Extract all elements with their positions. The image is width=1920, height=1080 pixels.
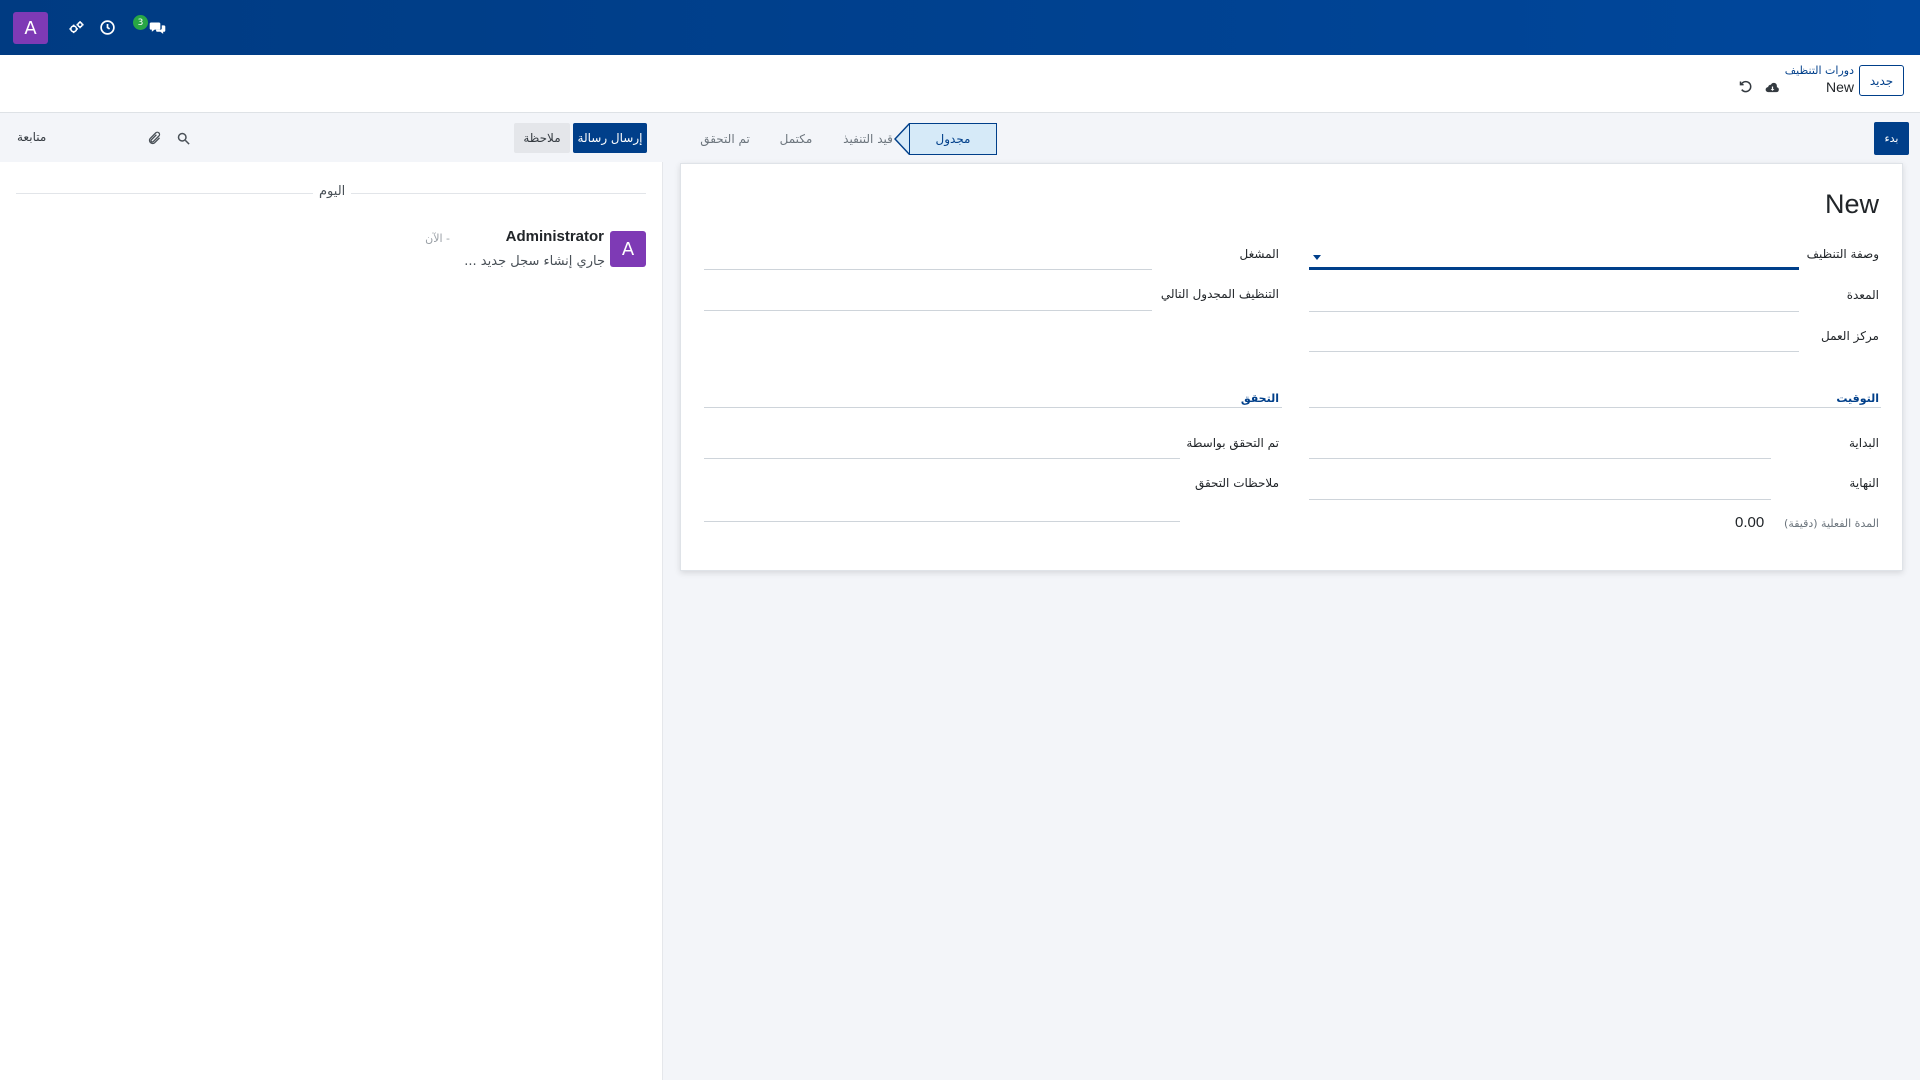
message-author-name[interactable]: Administrator <box>506 228 604 245</box>
form-sheet: New وصفة التنظيف المعدة مركز العمل المشغ… <box>680 163 1903 571</box>
workcenter-label: مركز العمل <box>1820 329 1879 343</box>
breadcrumb-parent-link[interactable]: دورات التنظيف <box>1785 64 1854 77</box>
next-cleaning-field[interactable] <box>704 310 1152 311</box>
duration-value: 0.00 <box>1735 514 1765 531</box>
verification-notes-label: ملاحظات التحقق <box>1194 476 1279 490</box>
start-button[interactable]: بدء <box>1874 122 1909 155</box>
timing-section-title: التوقيت <box>1836 392 1879 405</box>
next-cleaning-label: التنظيف المجدول التالي <box>1160 287 1279 301</box>
send-message-button[interactable]: إرسال رسالة <box>573 123 647 153</box>
discuss-chat-icon[interactable] <box>145 15 169 39</box>
search-icon[interactable] <box>174 129 192 147</box>
end-field[interactable] <box>1309 499 1771 500</box>
messages-count-badge: 3 <box>133 15 148 30</box>
operator-label: المشغل <box>1239 247 1279 261</box>
stage-scheduled[interactable]: مجدول <box>909 123 997 155</box>
stage-verified[interactable]: تم التحقق <box>693 123 757 155</box>
chevron-down-icon[interactable] <box>1313 255 1321 260</box>
log-note-button[interactable]: ملاحظة <box>514 123 570 153</box>
app-menu-avatar[interactable]: A <box>13 12 48 44</box>
date-divider-label: اليوم <box>313 184 352 199</box>
verified-by-label: تم التحقق بواسطة <box>1186 436 1279 450</box>
message-body: جاري إنشاء سجل جديد ... <box>464 254 605 269</box>
verified-by-field[interactable] <box>704 458 1180 459</box>
equipment-field[interactable] <box>1309 311 1799 312</box>
paperclip-icon[interactable] <box>145 129 163 147</box>
statusbar: بدء مجدول قيد التنفيذ مكتمل تم التحقق <box>663 113 1920 162</box>
timing-section-divider <box>1309 407 1881 408</box>
start-field[interactable] <box>1309 458 1771 459</box>
message-time: - الآن <box>425 232 450 245</box>
end-label: النهاية <box>1849 476 1879 490</box>
breadcrumb-current: New <box>1825 79 1854 95</box>
start-label: البداية <box>1848 436 1879 450</box>
record-title: New <box>1824 189 1879 219</box>
chatter-topbar: إرسال رسالة ملاحظة متابعة <box>0 113 663 162</box>
message-author-avatar[interactable]: A <box>610 231 646 267</box>
recipe-label: وصفة التنظيف <box>1806 247 1879 261</box>
recipe-select[interactable] <box>1309 267 1799 270</box>
save-cloud-icon[interactable] <box>1764 78 1780 94</box>
activity-clock-icon[interactable] <box>95 15 119 39</box>
workcenter-field[interactable] <box>1309 351 1799 352</box>
settings-gears-icon[interactable] <box>64 15 88 39</box>
duration-label: المدة الفعلية (دقيقة) <box>1784 517 1879 530</box>
stage-completed[interactable]: مكتمل <box>766 123 826 155</box>
verification-section-divider <box>704 407 1282 408</box>
top-navbar: A 3 <box>0 0 1920 55</box>
stage-in-progress[interactable]: قيد التنفيذ <box>831 123 905 155</box>
new-record-button[interactable]: جديد <box>1859 65 1904 96</box>
control-panel: جديد دورات التنظيف New <box>0 55 1920 113</box>
follow-button[interactable]: متابعة <box>17 130 46 144</box>
verification-section-title: التحقق <box>1240 392 1279 405</box>
operator-field[interactable] <box>704 269 1152 270</box>
verification-notes-field[interactable] <box>704 521 1180 522</box>
equipment-label: المعدة <box>1846 288 1879 302</box>
discard-undo-icon[interactable] <box>1737 78 1753 94</box>
chatter-panel: إرسال رسالة ملاحظة متابعة اليوم A Admini… <box>0 113 663 1080</box>
